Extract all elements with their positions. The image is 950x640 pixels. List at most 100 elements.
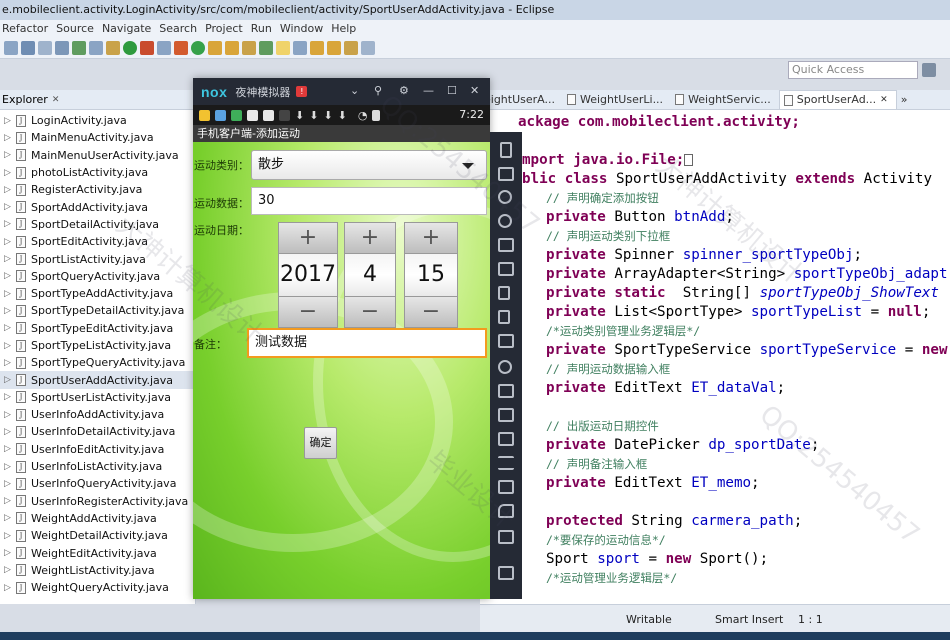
file-item[interactable]: ▷ J WeightEditActivity.java — [0, 544, 195, 561]
chevron-down-icon[interactable]: ⌄ — [350, 84, 359, 97]
menu-window[interactable]: Window — [278, 20, 329, 37]
loading-icon[interactable] — [498, 360, 512, 374]
notification-badge[interactable]: ! — [296, 86, 308, 97]
file-item[interactable]: ▷ J SportTypeQueryActivity.java — [0, 354, 195, 371]
expand-arrow-icon[interactable]: ▷ — [4, 548, 14, 558]
run-icon[interactable] — [123, 40, 137, 55]
expand-arrow-icon[interactable]: ▷ — [4, 410, 14, 420]
expand-arrow-icon[interactable]: ▷ — [4, 375, 14, 385]
file-item[interactable]: ▷ JphotoListActivity.java — [0, 164, 195, 181]
expand-arrow-icon[interactable]: ▷ — [4, 531, 14, 541]
day-increment-button[interactable]: + — [404, 222, 458, 254]
file-item[interactable]: ▷ J SportListActivity.java — [0, 250, 195, 267]
file-item[interactable]: ▷ J SportTypeListActivity.java — [0, 337, 195, 354]
show-whitespace-icon[interactable] — [293, 40, 307, 55]
code-editor[interactable]: ackage com.mobileclient.activity; mport … — [480, 110, 950, 604]
save-icon[interactable] — [21, 40, 35, 55]
maximize-icon[interactable]: ☐ — [447, 84, 457, 97]
expand-arrow-icon[interactable]: ▷ — [4, 168, 14, 178]
new-package-icon[interactable] — [174, 40, 188, 55]
expand-arrow-icon[interactable]: ▷ — [4, 306, 14, 316]
menu-source[interactable]: Source — [54, 20, 100, 37]
next-annotation-icon[interactable] — [310, 40, 324, 55]
file-item[interactable]: ▷ J UserInfoQueryActivity.java — [0, 475, 195, 492]
file-item[interactable]: ▷ J UserInfoRegisterActivity.java — [0, 493, 195, 510]
screenshot-icon[interactable] — [498, 167, 514, 181]
day-decrement-button[interactable]: − — [404, 296, 458, 328]
shake-icon[interactable] — [498, 384, 514, 398]
file-item[interactable]: ▷ J UserInfoAddActivity.java — [0, 406, 195, 423]
more-icon[interactable] — [498, 480, 514, 494]
close-icon[interactable]: ✕ — [52, 90, 60, 109]
expand-arrow-icon[interactable]: ▷ — [4, 583, 14, 593]
file-item[interactable]: ▷ J SportUserListActivity.java — [0, 389, 195, 406]
file-item[interactable]: ▷ J SportQueryActivity.java — [0, 268, 195, 285]
new-class-icon[interactable] — [191, 40, 205, 55]
phone-icon[interactable] — [500, 142, 512, 158]
file-item[interactable]: ▷ J WeightListActivity.java — [0, 562, 195, 579]
file-item[interactable]: ▷ J RegisterActivity.java — [0, 181, 195, 198]
location-icon[interactable] — [498, 214, 512, 228]
expand-arrow-icon[interactable]: ▷ — [4, 496, 14, 506]
open-perspective-icon[interactable] — [922, 63, 936, 77]
expand-arrow-icon[interactable]: ▷ — [4, 133, 14, 143]
expand-arrow-icon[interactable]: ▷ — [4, 513, 14, 523]
memo-input[interactable]: 测试数据 — [247, 328, 487, 358]
expand-arrow-icon[interactable]: ▷ — [4, 202, 14, 212]
year-decrement-button[interactable]: − — [278, 296, 338, 328]
editor-tab-weightuserlist[interactable]: WeightUserLi... — [563, 90, 671, 109]
file-item[interactable]: ▷ J SportTypeDetailActivity.java — [0, 302, 195, 319]
file-item[interactable]: ▷ J UserInfoEditActivity.java — [0, 441, 195, 458]
annotation-icon[interactable] — [259, 40, 273, 55]
highlight-icon[interactable] — [276, 40, 290, 55]
sport-data-input[interactable]: 30 — [251, 187, 487, 215]
search-icon[interactable] — [157, 40, 171, 55]
menu-run[interactable]: Run — [249, 20, 278, 37]
file-item[interactable]: ▷ J LoginActivity.java — [0, 112, 195, 129]
menu-help[interactable]: Help — [329, 20, 362, 37]
scissors-icon[interactable] — [498, 190, 512, 204]
expand-arrow-icon[interactable]: ▷ — [4, 323, 14, 333]
file-item[interactable]: ▷ J SportTypeEditActivity.java — [0, 320, 195, 337]
file-item[interactable]: ▷ J SportEditActivity.java — [0, 233, 195, 250]
file-item[interactable]: ▷ J WeightDetailActivity.java — [0, 527, 195, 544]
file-item[interactable]: ▷ J WeightQueryActivity.java — [0, 579, 195, 596]
expand-arrow-icon[interactable]: ▷ — [4, 565, 14, 575]
year-increment-button[interactable]: + — [278, 222, 338, 254]
volume-down-icon[interactable] — [498, 310, 510, 324]
menu-navigate[interactable]: Navigate — [100, 20, 157, 37]
folder-icon[interactable] — [225, 40, 239, 55]
back-icon[interactable] — [498, 504, 514, 518]
sport-type-spinner[interactable]: 散步 — [251, 150, 487, 180]
console-icon[interactable] — [89, 40, 103, 55]
back-icon[interactable] — [344, 40, 358, 55]
gear-icon[interactable]: ⚙ — [399, 84, 409, 97]
expand-arrow-icon[interactable]: ▷ — [4, 150, 14, 160]
home-icon[interactable] — [498, 530, 514, 544]
close-icon[interactable]: ✕ — [470, 84, 479, 97]
prev-annotation-icon[interactable] — [327, 40, 341, 55]
expand-arrow-icon[interactable]: ▷ — [4, 185, 14, 195]
file-item[interactable]: ▷ J SportAddActivity.java — [0, 198, 195, 215]
tab-overflow-button[interactable]: » — [897, 90, 916, 109]
file-item[interactable]: ▷ J WeightAddActivity.java — [0, 510, 195, 527]
expand-arrow-icon[interactable]: ▷ — [4, 289, 14, 299]
new-icon[interactable] — [4, 40, 18, 55]
day-value[interactable]: 15 — [404, 254, 458, 296]
file-item[interactable]: ▷ J UserInfoDetailActivity.java — [0, 423, 195, 440]
fullscreen-icon[interactable] — [498, 262, 514, 276]
print-icon[interactable] — [38, 40, 52, 55]
apk-install-icon[interactable] — [498, 334, 514, 348]
menu-refactor[interactable]: Refactor — [0, 20, 54, 37]
editor-tab-weightservice[interactable]: WeightServic... — [671, 90, 779, 109]
volume-up-icon[interactable] — [498, 286, 510, 300]
file-item[interactable]: ▷ J SportUserAddActivity.java — [0, 371, 195, 389]
debug-icon[interactable] — [106, 40, 120, 55]
month-decrement-button[interactable]: − — [344, 296, 396, 328]
menu-icon[interactable] — [498, 456, 514, 470]
open-type-icon[interactable] — [208, 40, 222, 55]
recent-apps-icon[interactable] — [498, 566, 514, 580]
nox-titlebar[interactable]: nox 夜神模拟器 ! ⌄ ⚲ ⚙ — ☐ ✕ — [193, 78, 490, 105]
expand-arrow-icon[interactable]: ▷ — [4, 254, 14, 264]
file-item[interactable]: ▷ J MainMenuActivity.java — [0, 129, 195, 146]
